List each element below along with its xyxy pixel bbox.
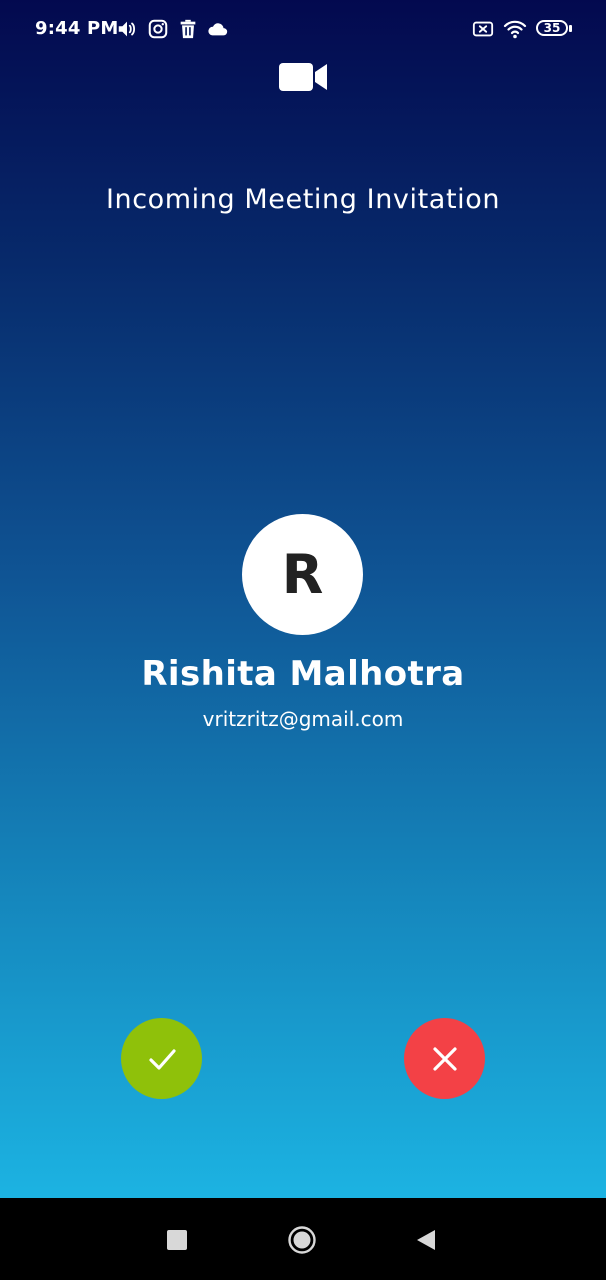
accept-button[interactable] xyxy=(121,1018,202,1099)
wifi-icon xyxy=(503,17,527,41)
avatar: R xyxy=(242,514,363,635)
battery-indicator: 35 xyxy=(536,19,574,39)
close-icon xyxy=(427,1041,463,1077)
back-icon[interactable] xyxy=(415,1228,437,1252)
incoming-call-screen: 9:44 PM 35 Incoming Meeting Invitation R… xyxy=(0,0,606,1198)
instagram-icon xyxy=(147,18,169,40)
no-sim-icon xyxy=(472,18,494,40)
navigation-bar xyxy=(0,1198,606,1280)
cloud-icon xyxy=(207,18,229,40)
status-time: 9:44 PM xyxy=(35,18,119,39)
decline-button[interactable] xyxy=(404,1018,485,1099)
avatar-initial: R xyxy=(281,543,324,606)
invitation-title: Incoming Meeting Invitation xyxy=(105,184,501,215)
home-icon[interactable] xyxy=(287,1225,317,1255)
check-icon xyxy=(144,1041,180,1077)
video-camera-icon xyxy=(278,60,328,94)
recents-icon[interactable] xyxy=(167,1230,187,1250)
volume-icon xyxy=(116,18,138,40)
caller-email: vritzritz@gmail.com xyxy=(202,707,404,731)
caller-name: Rishita Malhotra xyxy=(141,654,465,694)
status-bar: 9:44 PM 35 xyxy=(0,0,606,58)
battery-level: 35 xyxy=(543,21,561,35)
trash-icon xyxy=(177,18,199,40)
